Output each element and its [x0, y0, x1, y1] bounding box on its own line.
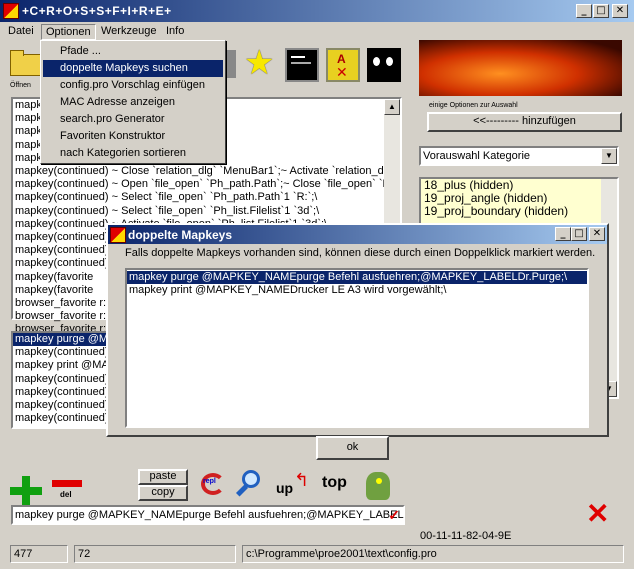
minus-icon[interactable]: del — [52, 476, 86, 506]
dialog-message: Falls doppelte Mapkeys vorhanden sind, k… — [125, 247, 596, 259]
menu-item-kategorien-sortieren[interactable]: nach Kategorien sortieren — [43, 145, 223, 162]
dialog-close-button[interactable]: ✕ — [589, 227, 605, 241]
menu-item-pfade[interactable]: Pfade ... — [43, 43, 223, 60]
menu-optionen[interactable]: Optionen — [41, 24, 96, 40]
flame-logo-image — [419, 40, 622, 96]
app-icon — [3, 3, 19, 19]
eyes-icon[interactable] — [367, 48, 401, 82]
scroll-up-button[interactable]: ▲ — [384, 99, 400, 115]
maximize-button[interactable]: □ — [593, 4, 609, 18]
add-button[interactable]: <<--------- hinzufügen — [427, 112, 622, 132]
dialog-app-icon — [110, 227, 126, 243]
open-folder-icon[interactable] — [10, 48, 44, 78]
duplicate-item[interactable]: mapkey print @MAPKEY_NAMEDrucker LE A3 w… — [127, 284, 587, 297]
replace-icon[interactable]: repl — [198, 470, 228, 498]
menu-werkzeuge[interactable]: Werkzeuge — [97, 24, 160, 40]
up-icon[interactable]: up ↰ — [276, 470, 310, 500]
list-item[interactable]: 18_plus (hidden) — [421, 179, 617, 192]
menu-item-favoriten-konstruktor[interactable]: Favoriten Konstruktor — [43, 128, 223, 145]
status-path: c:\Programme\proe2001\text\config.pro — [242, 545, 624, 563]
mac-address: 00-11-11-82-04-9E — [420, 530, 512, 542]
dialog-maximize-button[interactable]: □ — [571, 227, 587, 241]
list-item[interactable]: mapkey(continued) ~ Close `relation_dlg`… — [13, 165, 400, 178]
ok-button[interactable]: ok — [316, 436, 389, 460]
duplicate-mapkeys-dialog: doppelte Mapkeys _ □ ✕ Falls doppelte Ma… — [106, 223, 609, 437]
minimize-button[interactable]: _ — [576, 4, 592, 18]
search-magnifier-icon[interactable] — [234, 468, 268, 500]
title-bar: +C+R+O+S+S+F+I+R+E+ _ □ ✕ — [0, 0, 634, 22]
mapkey-input-value: mapkey purge @MAPKEY_NAMEpurge Befehl au… — [15, 509, 404, 521]
menu-datei[interactable]: Datei — [4, 24, 38, 40]
menu-item-mac-adresse[interactable]: MAC Adresse anzeigen — [43, 94, 223, 111]
mascot-icon[interactable] — [362, 468, 394, 502]
menu-item-doppelte-mapkeys[interactable]: doppelte Mapkeys suchen — [43, 60, 223, 77]
top-button[interactable]: top — [322, 474, 347, 492]
plus-icon[interactable] — [10, 476, 44, 506]
duplicate-list[interactable]: mapkey purge @MAPKEY_NAMEpurge Befehl au… — [125, 268, 589, 428]
options-caption: einige Optionen zur Auswahl — [429, 102, 518, 109]
duplicate-item[interactable]: mapkey purge @MAPKEY_NAMEpurge Befehl au… — [127, 271, 587, 285]
chevron-down-icon[interactable]: ▼ — [601, 148, 617, 164]
repl-label: repl — [203, 478, 216, 485]
status-line: 477 — [10, 545, 68, 563]
copy-button[interactable]: copy — [138, 485, 188, 501]
terminal-icon[interactable] — [285, 48, 319, 82]
list-item[interactable]: mapkey(continued) ~ Select `file_open` `… — [13, 191, 400, 204]
category-select-value: Vorauswahl Kategorie — [423, 150, 531, 162]
letter-a-icon[interactable]: A ✕ — [326, 48, 360, 82]
checkmark-icon[interactable]: ✓ — [388, 507, 400, 524]
close-button[interactable]: ✕ — [612, 4, 628, 18]
list-item[interactable]: mapkey(continued) ~ Open `file_open` `Ph… — [13, 178, 400, 191]
mapkey-input[interactable]: mapkey purge @MAPKEY_NAMEpurge Befehl au… — [11, 505, 405, 525]
dialog-title: doppelte Mapkeys — [128, 228, 233, 242]
red-x-icon[interactable]: ✕ — [586, 500, 609, 528]
window-title: +C+R+O+S+S+F+I+R+E+ — [22, 4, 172, 18]
star-icon[interactable]: ★ — [244, 46, 274, 80]
list-item[interactable]: mapkey(continued) ~ Select `file_open` `… — [13, 205, 400, 218]
optionen-dropdown-menu: Pfade ... doppelte Mapkeys suchen config… — [40, 40, 226, 164]
menu-item-config-vorschlag[interactable]: config.pro Vorschlag einfügen — [43, 77, 223, 94]
del-label: del — [60, 490, 72, 499]
open-label: Öffnen — [10, 82, 31, 89]
up-label: up — [276, 480, 294, 496]
list-item[interactable]: 19_proj_angle (hidden) — [421, 192, 617, 205]
menu-item-search-generator[interactable]: search.pro Generator — [43, 111, 223, 128]
dialog-minimize-button[interactable]: _ — [555, 227, 571, 241]
menu-bar: Datei Optionen Werkzeuge Info — [0, 22, 634, 41]
category-select[interactable]: Vorauswahl Kategorie ▼ — [419, 146, 619, 166]
menu-info[interactable]: Info — [162, 24, 188, 40]
list-item[interactable]: 19_proj_boundary (hidden) — [421, 205, 617, 218]
paste-button[interactable]: paste — [138, 469, 188, 485]
dialog-title-bar: doppelte Mapkeys _ □ ✕ — [108, 225, 607, 244]
status-col: 72 — [74, 545, 236, 563]
